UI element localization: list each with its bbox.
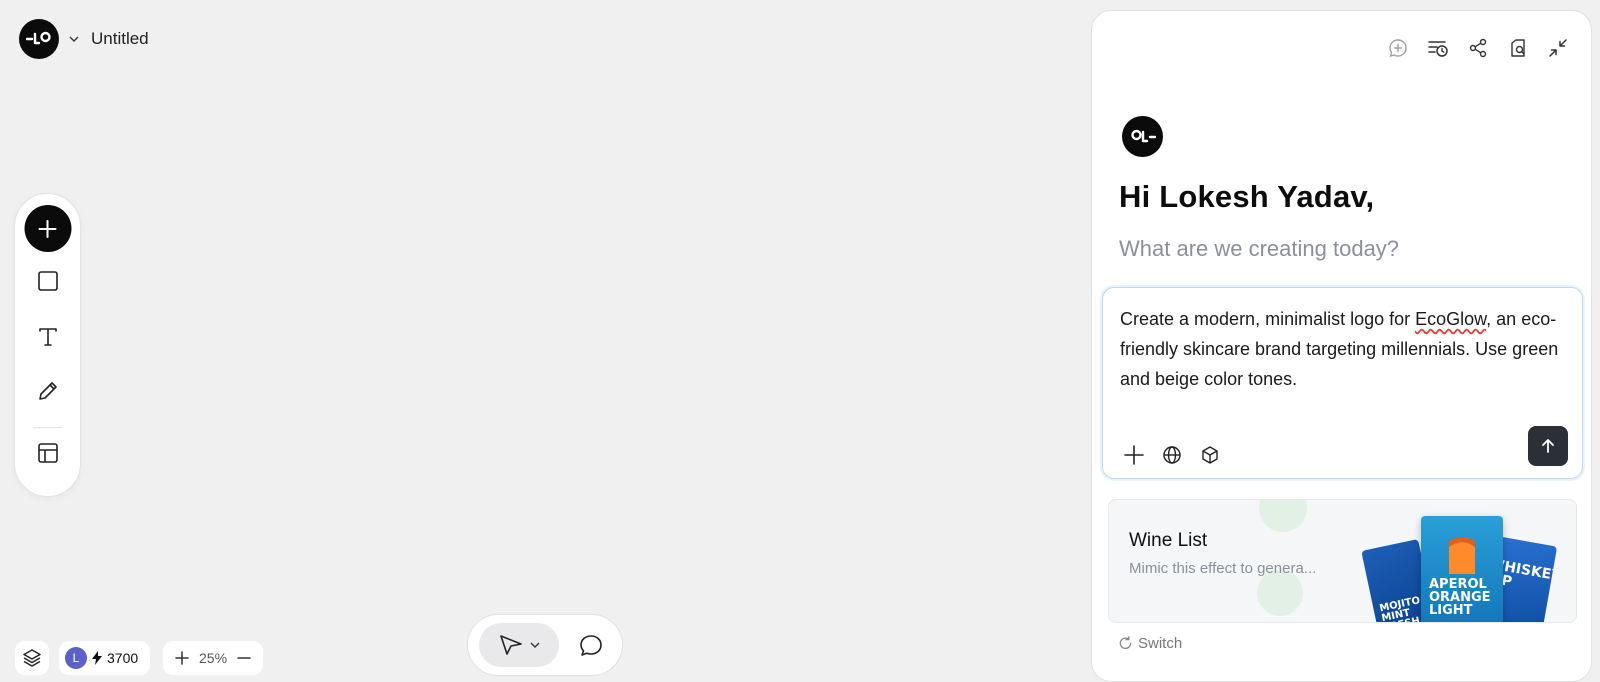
poster-label: APEROL ORANGE LIGHT <box>1429 577 1491 618</box>
zoom-control: 25% <box>163 641 264 675</box>
layout-tool-button[interactable] <box>33 438 63 468</box>
collapse-panel-button[interactable] <box>1547 37 1569 59</box>
text-tool-button[interactable] <box>33 321 63 351</box>
new-chat-button[interactable] <box>1387 37 1409 59</box>
plus-icon <box>1124 445 1144 465</box>
notes-button[interactable] <box>1507 37 1529 59</box>
misspelled-word: EcoGlow <box>1415 309 1487 329</box>
attach-button[interactable] <box>1123 444 1145 466</box>
text-icon <box>38 328 57 346</box>
prompt-text[interactable]: Create a modern, minimalist logo for Eco… <box>1120 304 1562 394</box>
prompt-tools <box>1123 444 1221 466</box>
prompt-text-part: Create a modern, minimalist logo for <box>1120 309 1416 329</box>
decoration-shape <box>1259 500 1307 532</box>
pencil-icon <box>38 382 57 400</box>
logo-mark-icon <box>1130 129 1156 142</box>
switch-label: Switch <box>1138 635 1183 652</box>
user-avatar[interactable]: L <box>65 647 87 669</box>
model-button[interactable] <box>1199 444 1221 466</box>
cube-icon <box>1202 446 1218 464</box>
rectangle-tool-button[interactable] <box>33 266 63 296</box>
globe-icon <box>1163 446 1181 464</box>
switch-suggestion-button[interactable]: Switch <box>1118 635 1182 652</box>
pen-tool-button[interactable] <box>33 376 63 406</box>
zoom-out-icon[interactable] <box>237 651 251 665</box>
rectangle-icon <box>37 271 58 291</box>
new-chat-icon <box>1389 39 1407 57</box>
greeting-subheading: What are we creating today? <box>1119 236 1400 261</box>
comment-tool-button[interactable] <box>576 631 606 661</box>
note-search-icon <box>1511 39 1525 57</box>
comment-icon <box>580 635 602 656</box>
add-element-button[interactable] <box>24 205 71 252</box>
assistant-logo <box>1122 116 1163 157</box>
suggestion-subtitle: Mimic this effect to genera... <box>1129 560 1317 577</box>
send-button[interactable] <box>1528 426 1568 466</box>
collapse-icon <box>1549 39 1567 57</box>
cocktail-glass-icon <box>1449 530 1475 574</box>
lightning-icon <box>92 651 102 665</box>
layers-button[interactable] <box>15 641 49 675</box>
credits-count: 3700 <box>107 650 139 666</box>
select-tool-button[interactable] <box>479 623 559 667</box>
assistant-panel: Hi Lokesh Yadav, What are we creating to… <box>1091 10 1592 682</box>
suggestion-title: Wine List <box>1129 530 1208 551</box>
share-button[interactable] <box>1467 37 1489 59</box>
logo-mark-icon <box>26 31 51 45</box>
history-icon <box>1428 41 1448 57</box>
credits-badge[interactable]: L 3700 <box>59 641 151 675</box>
chevron-down-icon <box>530 642 540 648</box>
panel-actions <box>1387 37 1569 59</box>
poster-image: APEROL ORANGE LIGHT <box>1421 516 1503 622</box>
plus-icon <box>38 219 57 238</box>
greeting-heading: Hi Lokesh Yadav, <box>1119 179 1375 214</box>
arrow-up-icon <box>1542 439 1554 453</box>
mode-bar <box>467 614 623 676</box>
web-search-button[interactable] <box>1161 444 1183 466</box>
share-icon <box>1469 38 1487 58</box>
zoom-in-icon[interactable] <box>175 651 189 665</box>
tool-palette <box>14 193 81 497</box>
top-bar: Untitled <box>19 19 149 59</box>
app-logo[interactable] <box>19 19 59 59</box>
refresh-icon <box>1119 636 1132 650</box>
prompt-input[interactable]: Create a modern, minimalist logo for Eco… <box>1102 287 1583 479</box>
zoom-level[interactable]: 25% <box>199 650 227 666</box>
suggestion-card[interactable]: Wine List Mimic this effect to genera...… <box>1108 499 1577 623</box>
layout-icon <box>37 443 58 463</box>
toolbar-divider <box>33 427 62 428</box>
layers-icon <box>23 649 41 667</box>
history-button[interactable] <box>1427 37 1449 59</box>
app-menu-chevron-icon[interactable] <box>67 32 81 46</box>
document-title[interactable]: Untitled <box>91 29 149 49</box>
cursor-icon <box>500 635 522 655</box>
